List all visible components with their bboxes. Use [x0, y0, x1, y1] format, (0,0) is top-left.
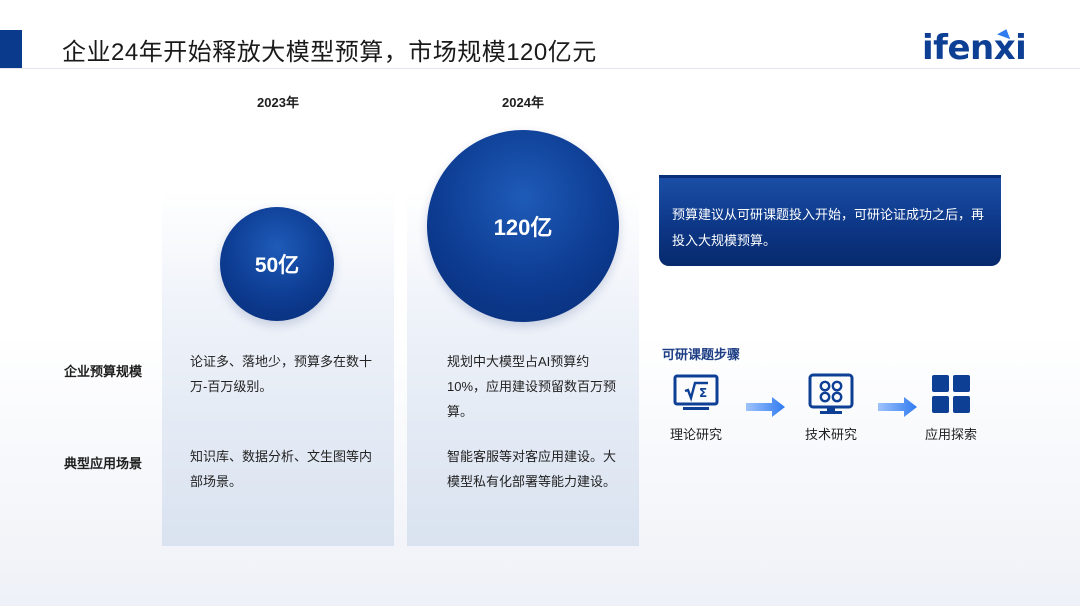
year-label: 2024年 [502, 95, 544, 110]
market-size-bubble: 120亿 [427, 130, 619, 322]
market-size-value: 50亿 [254, 254, 300, 277]
step-label: 技术研究 [804, 427, 857, 442]
arrow-right-icon [746, 397, 785, 417]
row-label-budget: 企业预算规模 [64, 364, 143, 379]
step-technology: 技术研究 [791, 370, 871, 443]
sqrt-formula-monitor-icon: Σ [673, 374, 719, 410]
budget-text: 规划中大模型占AI预算约10%，应用建设预留数百万预算。 [447, 354, 617, 419]
year-label: 2023年 [257, 95, 299, 110]
steps-title: 可研课题步骤 [662, 347, 741, 362]
four-squares-icon [932, 375, 970, 413]
step-label: 理论研究 [669, 427, 722, 442]
step-application: 应用探索 [911, 370, 991, 443]
callout-text: 预算建议从可研课题投入开始，可研论证成功之后，再投入大规模预算。 [672, 207, 985, 248]
step-theory: Σ 理论研究 [656, 370, 736, 443]
scenario-text: 知识库、数据分析、文生图等内部场景。 [190, 449, 373, 489]
svg-text:Σ: Σ [699, 386, 707, 400]
row-label-scenario: 典型应用场景 [64, 456, 143, 471]
header-divider [0, 68, 1080, 69]
page-title: 企业24年开始释放大模型预算，市场规模120亿元 [62, 39, 597, 66]
column-2024: 2024年 120亿 规划中大模型占AI预算约10%，应用建设预留数百万预算。 … [407, 80, 639, 546]
column-2023: 2023年 50亿 论证多、落地少，预算多在数十万-百万级别。 知识库、数据分析… [162, 80, 394, 546]
header-accent-bar [0, 30, 22, 68]
scenario-text: 智能客服等对客应用建设。大模型私有化部署等能力建设。 [447, 449, 617, 489]
budget-advice-callout: 预算建议从可研课题投入开始，可研论证成功之后，再投入大规模预算。 [659, 175, 1001, 266]
grid-monitor-icon [808, 373, 854, 414]
market-size-value: 120亿 [493, 215, 553, 240]
market-size-bubble: 50亿 [220, 207, 334, 321]
budget-text: 论证多、落地少，预算多在数十万-百万级别。 [190, 354, 373, 394]
step-label: 应用探索 [924, 427, 977, 442]
